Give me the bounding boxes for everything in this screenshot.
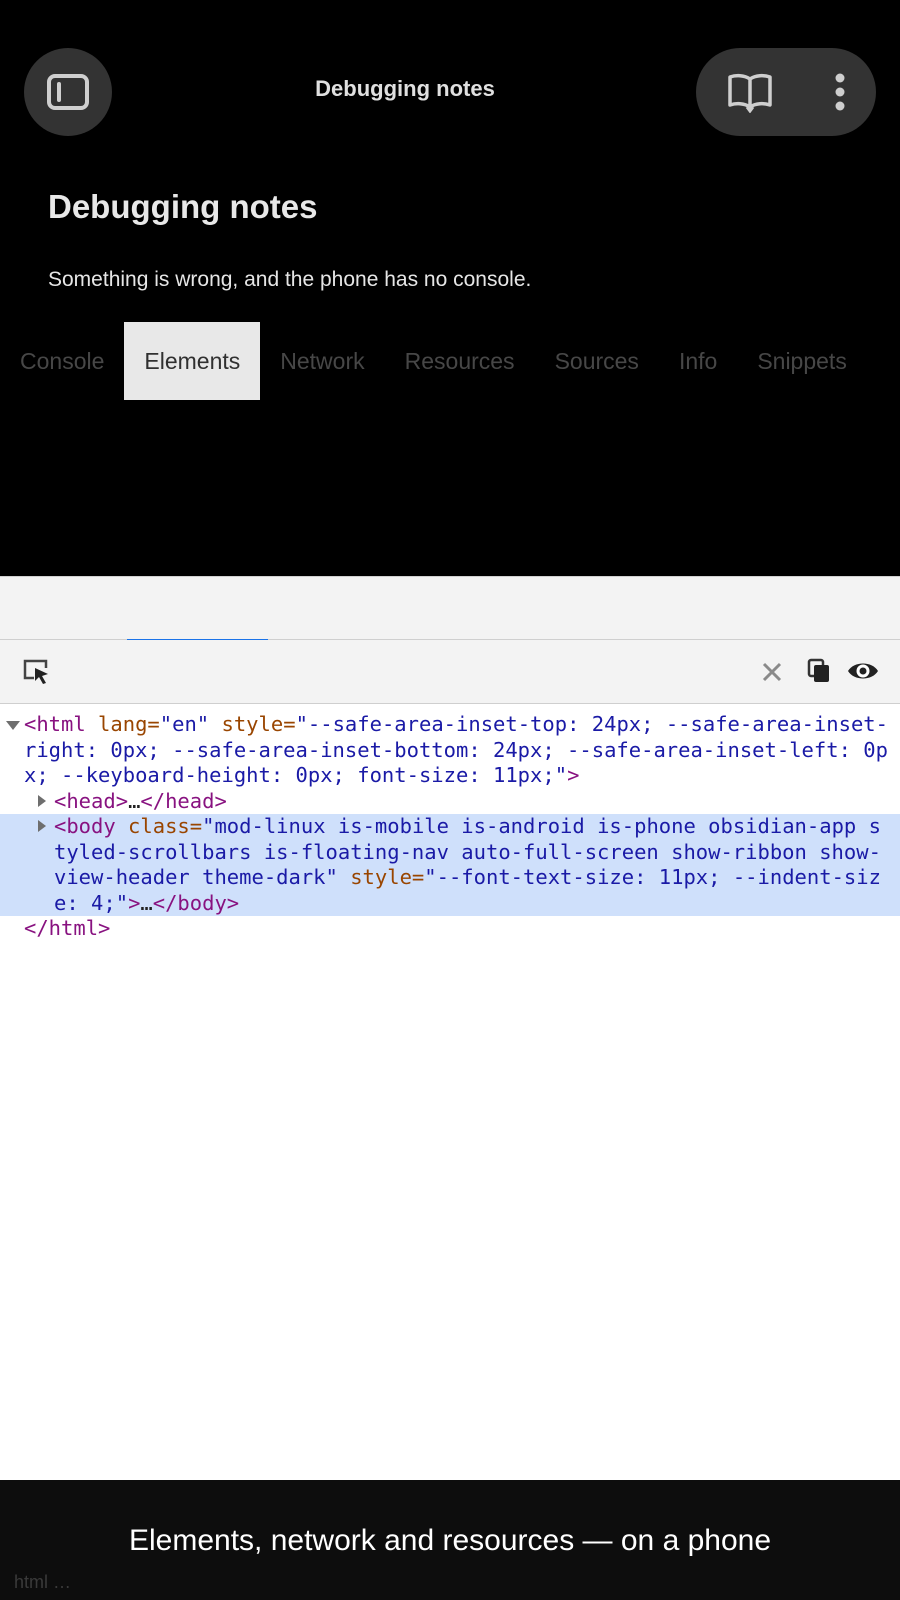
book-open-icon — [727, 73, 772, 113]
tag-close: </head> — [140, 788, 227, 813]
sidebar-toggle-icon — [47, 74, 89, 110]
tag-gt: > — [128, 890, 141, 915]
tree-node-html[interactable]: <html lang="en" style="--safe-area-inset… — [0, 712, 900, 789]
tag-close: </html> — [24, 916, 111, 940]
tag-close: </body> — [152, 890, 240, 915]
tab-resources[interactable]: Resources — [385, 322, 535, 400]
expand-triangle-icon[interactable] — [38, 794, 46, 807]
tab-sources[interactable]: Sources — [535, 322, 659, 400]
tab-snippets[interactable]: Snippets — [737, 322, 867, 400]
attr-name: lang= — [85, 712, 160, 736]
copy-icon — [807, 658, 829, 682]
dom-tree: <html lang="en" style="--safe-area-inset… — [0, 712, 900, 942]
elements-panel: <html lang="en" style="--safe-area-inset… — [0, 576, 900, 1480]
devtools-tab-bar: Console Elements Network Resources Sourc… — [0, 322, 900, 400]
elements-toolbar — [0, 640, 900, 704]
tab-info[interactable]: Info — [659, 322, 737, 400]
tag-open: <body — [54, 814, 116, 838]
collapsed-ellipsis: … — [140, 890, 153, 915]
attr-value: "en" — [159, 712, 210, 736]
clear-button[interactable] — [760, 660, 784, 689]
toggle-visibility-button[interactable] — [846, 658, 880, 689]
caption-text: Elements, network and resources — on a p… — [128, 1524, 772, 1557]
attr-name: style= — [337, 865, 425, 889]
expand-triangle-icon[interactable] — [38, 820, 46, 832]
attr-name: style= — [209, 712, 296, 736]
reading-view-button[interactable] — [727, 71, 773, 113]
tab-network[interactable]: Network — [260, 322, 384, 400]
more-options-button[interactable] — [834, 72, 846, 112]
attr-name: class= — [115, 814, 203, 838]
tree-node-html-close[interactable]: </html> — [0, 916, 900, 942]
breadcrumb: html … — [14, 1572, 72, 1592]
tab-console[interactable]: Console — [0, 322, 124, 400]
note-heading: Debugging notes — [48, 188, 318, 225]
panel-header-band — [0, 576, 900, 641]
collapse-triangle-icon[interactable] — [6, 721, 20, 730]
tag-open: <head> — [54, 788, 129, 813]
collapsed-ellipsis: … — [128, 788, 141, 813]
element-picker-button[interactable] — [22, 658, 52, 691]
sidebar-toggle-button[interactable] — [24, 48, 112, 136]
close-icon — [762, 662, 782, 682]
note-paragraph: Something is wrong, and the phone has no… — [48, 268, 532, 291]
view-header-title[interactable]: Debugging notes — [260, 76, 550, 102]
eye-icon — [848, 663, 878, 679]
tree-node-head[interactable]: <head>…</head> — [0, 789, 900, 815]
caption-banner: Elements, network and resources — on a p… — [0, 1480, 900, 1600]
tag-close: > — [567, 763, 580, 787]
more-vertical-icon — [835, 73, 844, 111]
copy-button[interactable] — [806, 658, 832, 689]
tab-elements[interactable]: Elements — [124, 322, 261, 400]
view-actions — [696, 48, 876, 136]
tag-open: <html — [24, 712, 86, 736]
tree-node-body[interactable]: <body class="mod-linux is-mobile is-andr… — [0, 814, 900, 916]
top-app-bar: Debugging notes — [0, 0, 900, 180]
element-picker-icon — [23, 659, 48, 684]
